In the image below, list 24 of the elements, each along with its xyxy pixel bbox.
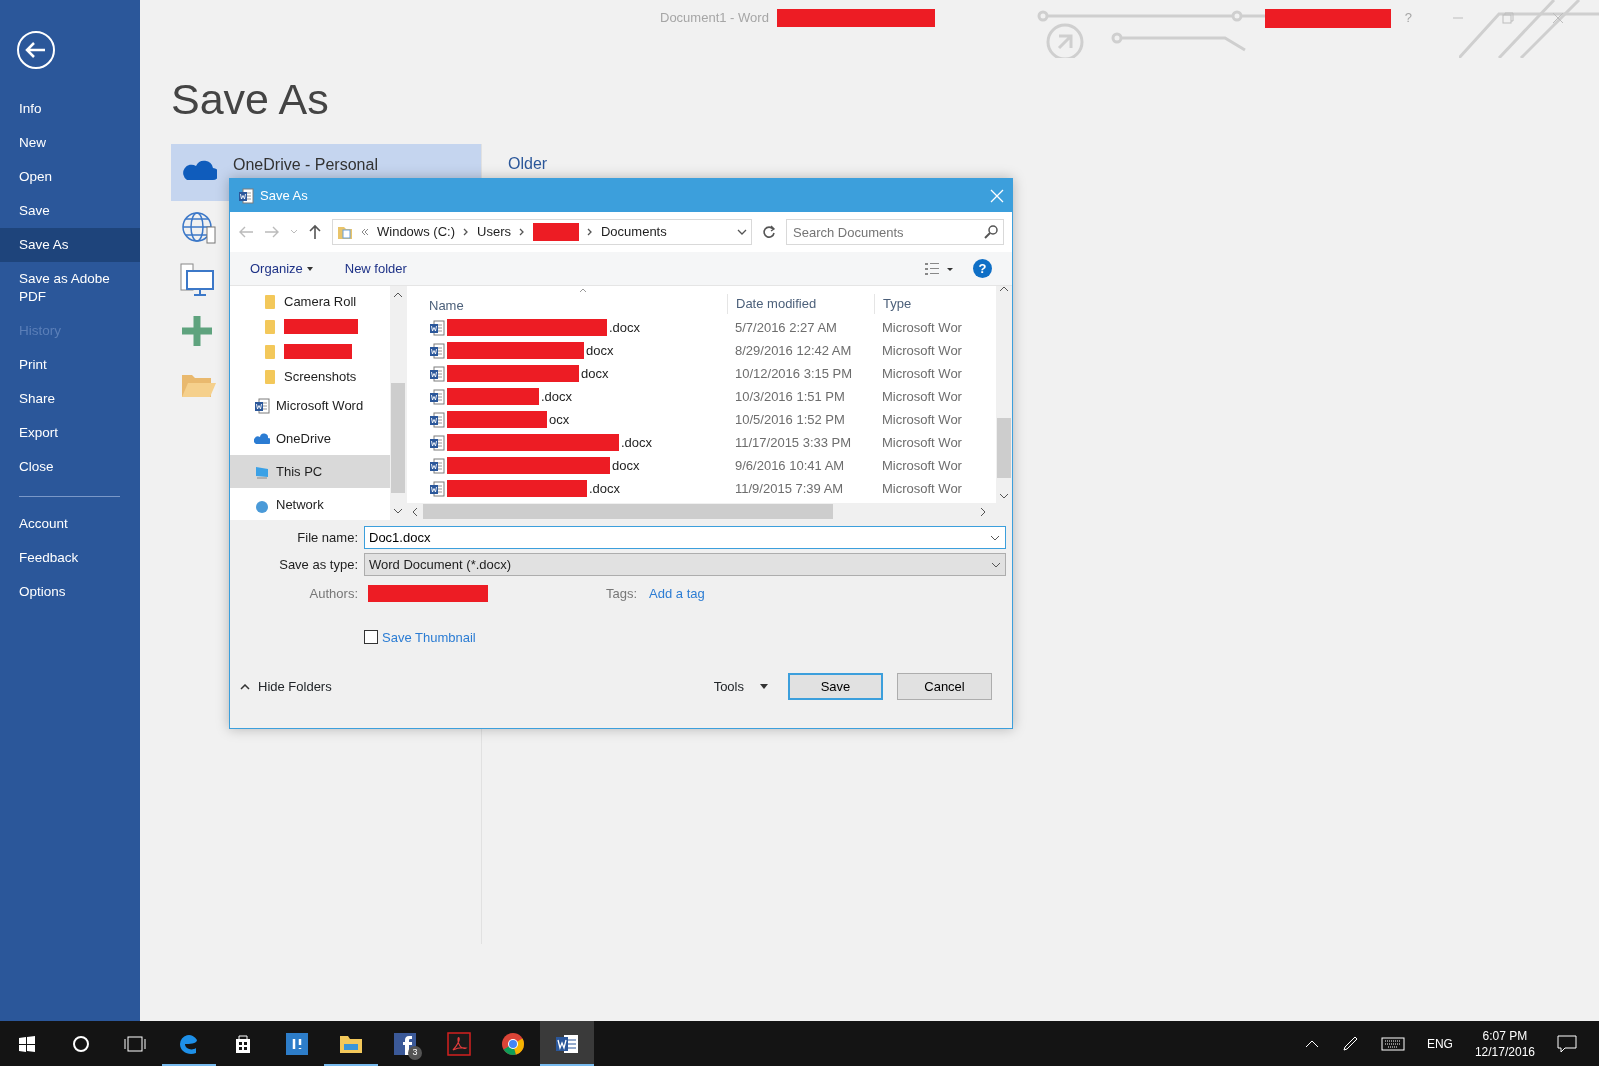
- notification-badge: 3: [408, 1046, 422, 1060]
- date-cell-text: 10/3/2016 1:51 PM: [734, 387, 846, 406]
- field-label: Authors:: [308, 585, 358, 603]
- field-label: File name:: [296, 528, 358, 547]
- type-cell-text: Microsoft Wor: [881, 433, 963, 452]
- date-cell-text: 10/5/2016 1:52 PM: [734, 410, 846, 429]
- type-cell-text: Microsoft Wor: [881, 456, 963, 475]
- window-title: Document1 - Word: [660, 9, 769, 28]
- section-heading: Older: [508, 153, 548, 174]
- field-label: Save as type:: [278, 555, 358, 574]
- field-label: Tags:: [606, 585, 638, 603]
- date-cell-text: 5/7/2016 2:27 AM: [734, 318, 838, 337]
- type-cell-text: Microsoft Wor: [881, 387, 963, 406]
- page-heading: Save As: [171, 74, 330, 125]
- type-cell-text: Microsoft Wor: [881, 341, 963, 360]
- type-cell-text: Microsoft Wor: [881, 318, 963, 337]
- date-cell-text: 9/6/2016 10:41 AM: [734, 456, 846, 475]
- type-cell-text: Microsoft Wor: [881, 479, 963, 498]
- date-cell-text: 11/17/2015 3:33 PM: [734, 433, 853, 452]
- type-cell-text: Microsoft Wor: [881, 410, 963, 429]
- date-cell-text: 8/29/2016 12:42 AM: [734, 341, 853, 360]
- type-cell-text: Microsoft Wor: [881, 364, 963, 383]
- date-cell-text: 10/12/2016 3:15 PM: [734, 364, 854, 383]
- date-cell-text: 11/9/2015 7:39 AM: [734, 479, 845, 498]
